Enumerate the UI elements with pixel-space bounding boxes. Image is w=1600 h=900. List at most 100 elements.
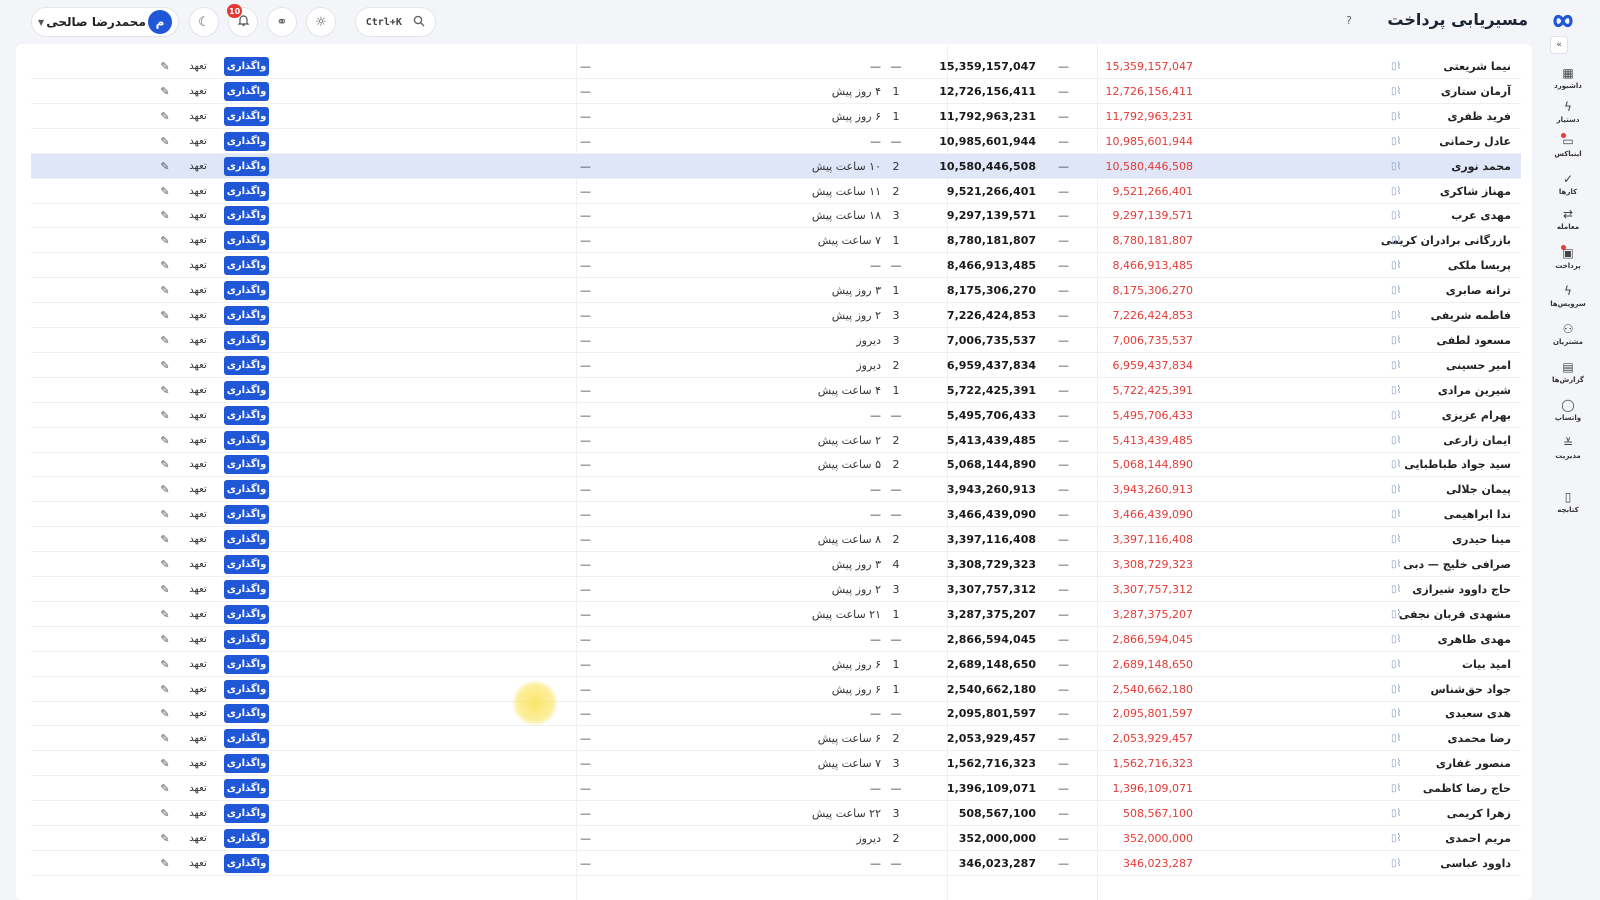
pledge-button[interactable]: تعهد [178,179,218,204]
table-row[interactable]: حاج رضا کاظمی 1,396,109,071—1,396,109,071… [31,776,1521,802]
pledge-button[interactable]: تعهد [178,577,218,602]
assign-button[interactable]: واگذاری [224,579,269,599]
pledge-button[interactable]: تعهد [178,278,218,303]
assign-button[interactable]: واگذاری [224,654,269,674]
edit-icon[interactable]: ✎ [157,104,173,129]
activity-icon[interactable]: ⌇ [1397,684,1402,695]
activity-icon[interactable]: ⌇ [1397,559,1402,570]
activity-icon[interactable]: ⌇ [1397,285,1402,296]
pledge-button[interactable]: تعهد [178,228,218,253]
pledge-button[interactable]: تعهد [178,54,218,79]
pledge-button[interactable]: تعهد [178,527,218,552]
activity-icon[interactable]: ⌇ [1397,509,1402,520]
table-row[interactable]: امیر حسینی 6,959,437,834 — 6,959,437,834 2 دی… [31,353,1521,378]
assign-button[interactable]: واگذاری [224,754,269,774]
activity-icon[interactable]: ⌇ [1397,435,1402,446]
assign-button[interactable]: واگذاری [224,480,269,500]
edit-icon[interactable]: ✎ [157,228,173,253]
sidebar-item[interactable]: ⚇ مشتریان [1536,322,1600,346]
assign-button[interactable]: واگذاری [224,828,269,848]
table-row[interactable]: شیرین مرادی 5,722,425,391—5,722,425,391 1 ۴… [31,378,1521,403]
table-row[interactable]: مشهدی قربان نجفی 3,287,375,207—3,287,375,… [31,602,1521,627]
sidebar-item[interactable]: ▤ گزارش‌ها [1536,360,1600,384]
activity-icon[interactable]: ⌇ [1397,136,1402,147]
activity-icon[interactable]: ⌇ [1397,459,1402,470]
sidebar-item[interactable]: ◯ واتساپ [1536,398,1600,422]
pledge-button[interactable]: تعهد [178,428,218,453]
assign-button[interactable]: واگذاری [224,206,269,226]
assign-button[interactable]: واگذاری [224,106,269,126]
edit-icon[interactable]: ✎ [157,278,173,303]
table-row[interactable]: صرافی خلیج — دبی 3,308,729,323—3,308,729,… [31,552,1521,577]
pledge-button[interactable]: تعهد [178,303,218,328]
table-row[interactable]: ترانه صابری 8,175,306,270 — 8,175,306,270 1 ۳… [31,278,1521,304]
pledge-button[interactable]: تعهد [178,701,218,726]
pledge-button[interactable]: تعهد [178,79,218,104]
edit-icon[interactable]: ✎ [157,602,173,627]
assign-button[interactable]: واگذاری [224,81,269,101]
activity-icon[interactable]: ⌇ [1397,733,1402,744]
edit-icon[interactable]: ✎ [157,726,173,751]
activity-icon[interactable]: ⌇ [1397,758,1402,769]
table-row[interactable]: منصور غفاری 1,562,716,323—1,562,716,323 3 ۷… [31,751,1521,777]
edit-icon[interactable]: ✎ [157,378,173,403]
pledge-button[interactable]: تعهد [178,627,218,652]
edit-icon[interactable]: ✎ [157,652,173,677]
table-row[interactable]: پریسا ملکی 8,466,913,485 — 8,466,913,485 — — —… [31,253,1521,279]
pledge-button[interactable]: تعهد [178,154,218,179]
edit-icon[interactable]: ✎ [157,154,173,179]
assign-button[interactable]: واگذاری [224,57,269,76]
pledge-button[interactable]: تعهد [178,477,218,502]
assign-button[interactable]: واگذاری [224,231,269,251]
pledge-button[interactable]: تعهد [178,328,218,353]
pledge-button[interactable]: تعهد [178,677,218,702]
edit-icon[interactable]: ✎ [157,851,173,876]
table-row[interactable]: سید جواد طباطبایی 5,068,144,890—5,068,144… [31,452,1521,478]
collapse-sidebar-button[interactable]: « [1550,36,1568,54]
pledge-button[interactable]: تعهد [178,801,218,826]
activity-icon[interactable]: ⌇ [1397,210,1402,221]
table-row[interactable]: امید بیات 2,689,148,650 — 2,689,148,650 1 ۶ ر… [31,652,1521,677]
assign-button[interactable]: واگذاری [224,555,269,574]
activity-icon[interactable]: ⌇ [1397,808,1402,819]
edit-icon[interactable]: ✎ [157,477,173,502]
activity-icon[interactable]: ⌇ [1397,634,1402,645]
activity-icon[interactable]: ⌇ [1397,484,1402,495]
table-row[interactable]: زهرا کریمی 508,567,100 — 508,567,100 3 ۲۲ ساع… [31,801,1521,826]
activity-icon[interactable]: ⌇ [1397,609,1402,620]
edit-icon[interactable]: ✎ [157,801,173,826]
edit-icon[interactable]: ✎ [157,627,173,652]
table-row[interactable]: عادل رحمانی 10,985,601,944—10,985,601,944… [31,129,1521,154]
table-row[interactable]: بهرام عزیزی 5,495,706,433 — 5,495,706,433 — —… [31,403,1521,428]
edit-icon[interactable]: ✎ [157,452,173,477]
activity-icon[interactable]: ⌇ [1397,534,1402,545]
edit-icon[interactable]: ✎ [157,701,173,726]
edit-icon[interactable]: ✎ [157,303,173,328]
table-row[interactable]: نیما شریعتی 15,359,157,047 — 15,359,157,047… [31,54,1521,79]
activity-icon[interactable]: ⌇ [1397,783,1402,794]
pledge-button[interactable]: تعهد [178,353,218,378]
pledge-button[interactable]: تعهد [178,403,218,428]
assign-button[interactable]: واگذاری [224,853,269,873]
assign-button[interactable]: واگذاری [224,430,269,450]
table-row[interactable]: مهناز شاکری 9,521,266,401—9,521,266,401 2 ۱… [31,179,1521,204]
assign-button[interactable]: واگذاری [224,729,269,749]
activity-icon[interactable]: ⌇ [1397,61,1402,72]
edit-icon[interactable]: ✎ [157,826,173,851]
edit-icon[interactable]: ✎ [157,577,173,602]
assign-button[interactable]: واگذاری [224,355,269,375]
table-row[interactable]: حاج داوود شیرازی 3,307,757,312—3,307,757,… [31,577,1521,602]
edit-icon[interactable]: ✎ [157,253,173,278]
activity-icon[interactable]: ⌇ [1397,161,1402,172]
notifications-button[interactable]: 10 [227,4,258,37]
sidebar-item[interactable]: ≚ مدیریت [1536,436,1600,460]
sidebar-item[interactable]: ▣ پرداخت [1536,245,1600,270]
pledge-button[interactable]: تعهد [178,378,218,403]
activity-icon[interactable]: ⌇ [1397,584,1402,595]
table-row[interactable]: آرمان ستاری 12,726,156,411 — 12,726,156,411… [31,79,1521,104]
assign-button[interactable]: واگذاری [224,306,269,325]
pledge-button[interactable]: تعهد [178,726,218,751]
assign-button[interactable]: واگذاری [224,256,269,276]
activity-icon[interactable]: ⌇ [1397,335,1402,346]
sidebar-item[interactable]: ▭ اینباکس [1536,133,1600,158]
